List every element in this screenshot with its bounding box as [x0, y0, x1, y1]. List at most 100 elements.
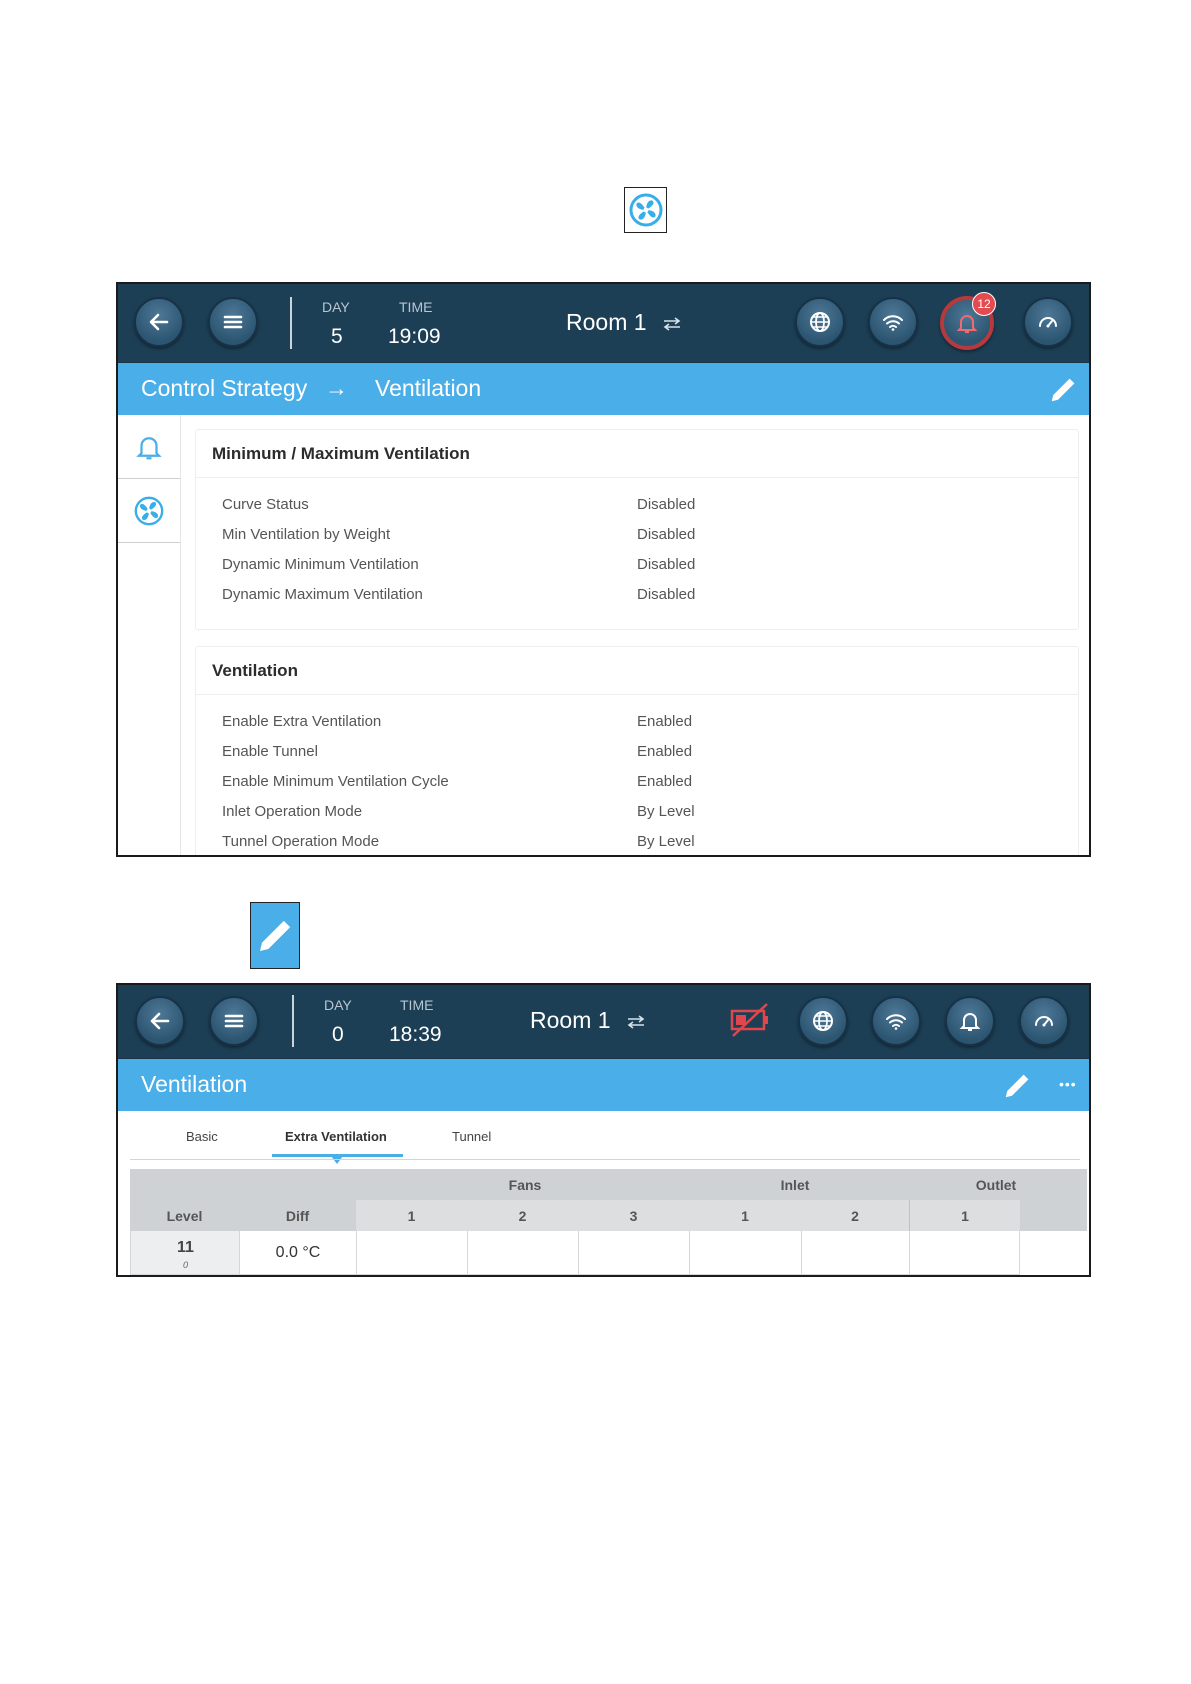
fan-column-header: 3	[578, 1200, 689, 1231]
top-bar: DAY 0 TIME 18:39 Room 1	[118, 985, 1089, 1059]
setting-row: Tunnel Operation Mode By Level	[196, 827, 1078, 855]
setting-label: Dynamic Maximum Ventilation	[222, 586, 423, 603]
gauge-icon	[1035, 1016, 1053, 1027]
breadcrumb-separator: →	[325, 375, 348, 401]
day-value: 5	[331, 325, 343, 348]
outlet-group-header: Outlet	[975, 1176, 1017, 1193]
level-value: 11	[177, 1239, 194, 1256]
side-nav	[118, 415, 181, 855]
setting-row: Inlet Operation Mode By Level	[196, 797, 1078, 827]
min-max-ventilation-card: Minimum / Maximum Ventilation Curve Stat…	[195, 429, 1079, 630]
setting-label: Inlet Operation Mode	[222, 803, 363, 820]
room-selector[interactable]: Room 1	[566, 309, 647, 336]
alarm-button[interactable]: 12	[940, 292, 996, 350]
setting-value: Disabled	[637, 496, 696, 513]
divider	[290, 297, 292, 349]
network-button[interactable]	[871, 996, 921, 1046]
fan-column-header: 2	[467, 1200, 578, 1231]
pencil-icon[interactable]	[1002, 1071, 1032, 1101]
globe-icon	[813, 1011, 833, 1031]
setting-value: Disabled	[637, 526, 696, 543]
fan-cell[interactable]	[356, 1231, 467, 1275]
day-label: DAY	[322, 299, 350, 315]
setting-value: Disabled	[637, 556, 696, 573]
diff-column-header: Diff	[285, 1207, 310, 1224]
back-button[interactable]	[134, 297, 184, 347]
more-options-button[interactable]: •••	[1059, 1076, 1077, 1092]
inlet-column-header: 1	[689, 1200, 801, 1231]
setting-value: Enabled	[637, 743, 693, 760]
day-value: 0	[332, 1023, 344, 1046]
setting-value: By Level	[637, 833, 695, 850]
fan-cell[interactable]	[578, 1231, 689, 1275]
swap-arrows-icon[interactable]	[625, 1015, 647, 1029]
ventilation-card: Ventilation Enable Extra Ventilation Enab…	[195, 646, 1079, 855]
back-arrow-icon	[150, 1012, 170, 1030]
tabs-divider	[130, 1159, 1080, 1160]
ventilation-summary-screen: DAY 5 TIME 19:09 Room 1 12 Control Strat…	[116, 282, 1091, 857]
active-tab-notch	[331, 1156, 343, 1164]
day-label: DAY	[324, 997, 352, 1013]
setting-label: Enable Tunnel	[222, 743, 318, 760]
bell-icon	[959, 1013, 981, 1031]
setting-row: Min Ventilation by Weight Disabled	[196, 520, 1078, 550]
setting-label: Dynamic Minimum Ventilation	[222, 556, 419, 573]
language-button[interactable]	[795, 297, 845, 347]
tab-extra-ventilation[interactable]: Extra Ventilation	[285, 1129, 387, 1144]
alarm-button[interactable]	[945, 996, 995, 1046]
setting-value: Enabled	[637, 773, 693, 790]
globe-icon	[810, 312, 830, 332]
wifi-icon	[886, 1014, 906, 1030]
time-label: TIME	[399, 299, 433, 315]
fan-icon-box	[624, 187, 667, 233]
level-cell: 11 0	[130, 1231, 239, 1275]
fan-cell[interactable]	[467, 1231, 578, 1275]
gauge-icon	[1039, 317, 1057, 328]
dashboard-button[interactable]	[1023, 297, 1073, 347]
outlet-cell[interactable]	[909, 1231, 1020, 1275]
fan-icon	[629, 193, 662, 227]
setting-row: Curve Status Disabled	[196, 490, 1078, 520]
room-selector[interactable]: Room 1	[530, 1007, 611, 1034]
inlet-cell[interactable]	[801, 1231, 909, 1275]
inlet-cell[interactable]	[689, 1231, 801, 1275]
breadcrumb-parent[interactable]: Control Strategy	[141, 375, 307, 402]
menu-button[interactable]	[208, 297, 258, 347]
setting-row: Dynamic Maximum Ventilation Disabled	[196, 580, 1078, 610]
setting-label: Tunnel Operation Mode	[222, 833, 380, 850]
tab-bar: Basic Extra Ventilation Tunnel	[118, 1110, 1089, 1164]
title-bar: Ventilation •••	[118, 1059, 1089, 1111]
dashboard-button[interactable]	[1019, 996, 1069, 1046]
wifi-icon	[883, 315, 903, 331]
menu-icon	[223, 315, 243, 329]
time-label: TIME	[400, 997, 434, 1013]
top-bar: DAY 5 TIME 19:09 Room 1 12	[118, 284, 1089, 363]
diff-cell[interactable]: 0.0 °C	[239, 1231, 356, 1275]
page-title: Ventilation	[141, 1071, 248, 1097]
time-value: 19:09	[388, 325, 441, 348]
setting-value: Enabled	[637, 713, 693, 730]
fans-group-header: Fans	[508, 1176, 542, 1193]
setting-label: Curve Status	[222, 496, 309, 513]
menu-button[interactable]	[209, 996, 259, 1046]
setting-row: Enable Tunnel Enabled	[196, 737, 1078, 767]
side-nav-ventilation[interactable]	[118, 479, 180, 543]
network-button[interactable]	[868, 297, 918, 347]
setting-label: Enable Extra Ventilation	[222, 713, 382, 730]
setting-label: Enable Minimum Ventilation Cycle	[222, 773, 449, 790]
battery-crossed-icon	[730, 1003, 768, 1037]
setting-row: Enable Extra Ventilation Enabled	[196, 707, 1078, 737]
card-title: Ventilation	[196, 647, 1078, 695]
inlet-group-header: Inlet	[780, 1176, 810, 1193]
tab-tunnel[interactable]: Tunnel	[452, 1129, 491, 1144]
title-bar: Control Strategy → Ventilation	[118, 363, 1089, 415]
tab-basic[interactable]: Basic	[186, 1129, 218, 1144]
side-nav-alarms[interactable]	[118, 415, 180, 479]
language-button[interactable]	[798, 996, 848, 1046]
swap-arrows-icon[interactable]	[661, 317, 683, 331]
fan-icon	[134, 496, 164, 525]
pencil-icon	[260, 920, 291, 951]
back-button[interactable]	[135, 996, 185, 1046]
edit-icon-box	[250, 902, 300, 969]
pencil-icon[interactable]	[1048, 375, 1078, 405]
